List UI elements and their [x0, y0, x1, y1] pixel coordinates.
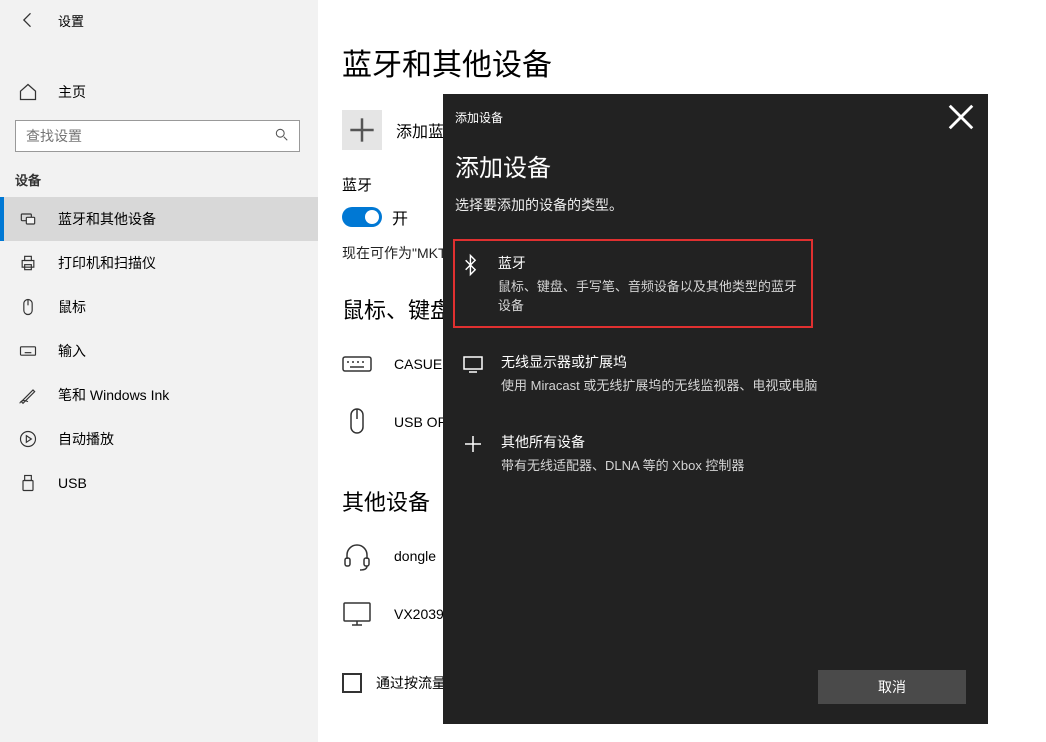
keyboard-icon — [18, 341, 38, 361]
search-box[interactable] — [15, 120, 300, 152]
printer-icon — [18, 253, 38, 273]
sidebar-item-label: 蓝牙和其他设备 — [58, 209, 156, 229]
option-desc: 带有无线适配器、DLNA 等的 Xbox 控制器 — [501, 455, 744, 474]
autoplay-icon — [18, 429, 38, 449]
sidebar-item-label: 打印机和扫描仪 — [58, 253, 156, 273]
sidebar-item-autoplay[interactable]: 自动播放 — [0, 417, 318, 461]
dialog-titlebar-text: 添加设备 — [455, 109, 503, 126]
page-title: 蓝牙和其他设备 — [342, 40, 1022, 84]
home-nav[interactable]: 主页 — [0, 72, 318, 112]
monitor-icon — [342, 599, 372, 629]
option-desc: 鼠标、键盘、手写笔、音频设备以及其他类型的蓝牙设备 — [498, 276, 807, 314]
pen-icon — [18, 385, 38, 405]
keyboard-device-icon — [342, 349, 372, 379]
sidebar-item-typing[interactable]: 输入 — [0, 329, 318, 373]
plus-icon — [342, 110, 382, 150]
display-icon — [461, 352, 485, 376]
sidebar-item-label: 输入 — [58, 341, 86, 361]
app-title: 设置 — [58, 11, 84, 30]
option-wireless-display[interactable]: 无线显示器或扩展坞 使用 Miracast 或无线扩展坞的无线监视器、电视或电脑 — [455, 338, 976, 408]
option-desc: 使用 Miracast 或无线扩展坞的无线监视器、电视或电脑 — [501, 375, 817, 394]
mouse-icon — [18, 297, 38, 317]
back-button[interactable] — [18, 10, 38, 30]
arrow-left-icon — [18, 10, 38, 30]
bluetooth-toggle[interactable] — [342, 207, 382, 227]
toggle-state-label: 开 — [392, 205, 408, 229]
sidebar-item-mouse[interactable]: 鼠标 — [0, 285, 318, 329]
bluetooth-icon — [459, 253, 482, 277]
dialog-heading: 添加设备 — [455, 148, 976, 183]
metered-label: 通过按流量 — [376, 673, 446, 693]
sidebar-item-usb[interactable]: USB — [0, 461, 318, 505]
sidebar-item-label: 笔和 Windows Ink — [58, 385, 169, 405]
bluetooth-devices-icon — [18, 209, 38, 229]
option-everything-else[interactable]: 其他所有设备 带有无线适配器、DLNA 等的 Xbox 控制器 — [455, 418, 976, 488]
metered-checkbox[interactable] — [342, 673, 362, 693]
sidebar-item-printers[interactable]: 打印机和扫描仪 — [0, 241, 318, 285]
home-label: 主页 — [58, 82, 86, 102]
sidebar-item-label: 自动播放 — [58, 429, 114, 449]
sidebar-category-label: 设备 — [0, 152, 318, 197]
headset-icon — [342, 541, 372, 571]
close-icon — [946, 102, 976, 132]
usb-icon — [18, 473, 38, 493]
sidebar-item-label: 鼠标 — [58, 297, 86, 317]
sidebar-item-pen[interactable]: 笔和 Windows Ink — [0, 373, 318, 417]
sidebar-item-bluetooth[interactable]: 蓝牙和其他设备 — [0, 197, 318, 241]
mouse-device-icon — [342, 407, 372, 437]
cancel-button[interactable]: 取消 — [818, 670, 966, 704]
add-device-dialog: 添加设备 添加设备 选择要添加的设备的类型。 蓝牙 鼠标、键盘、手写笔、音频设备… — [443, 94, 988, 724]
plus-icon — [461, 432, 485, 456]
option-title: 无线显示器或扩展坞 — [501, 352, 817, 372]
option-bluetooth[interactable]: 蓝牙 鼠标、键盘、手写笔、音频设备以及其他类型的蓝牙设备 — [453, 239, 813, 328]
search-icon — [275, 128, 289, 145]
home-icon — [18, 82, 38, 102]
dialog-close-button[interactable] — [946, 102, 976, 132]
sidebar: 设置 主页 设备 蓝牙和其他设备 打印机和扫描仪 — [0, 0, 318, 742]
search-input[interactable] — [26, 128, 275, 144]
option-title: 蓝牙 — [498, 253, 807, 273]
sidebar-item-label: USB — [58, 475, 87, 491]
add-device-button[interactable] — [342, 110, 382, 150]
dialog-subtitle: 选择要添加的设备的类型。 — [455, 195, 976, 215]
device-name: dongle — [394, 548, 436, 564]
option-title: 其他所有设备 — [501, 432, 744, 452]
